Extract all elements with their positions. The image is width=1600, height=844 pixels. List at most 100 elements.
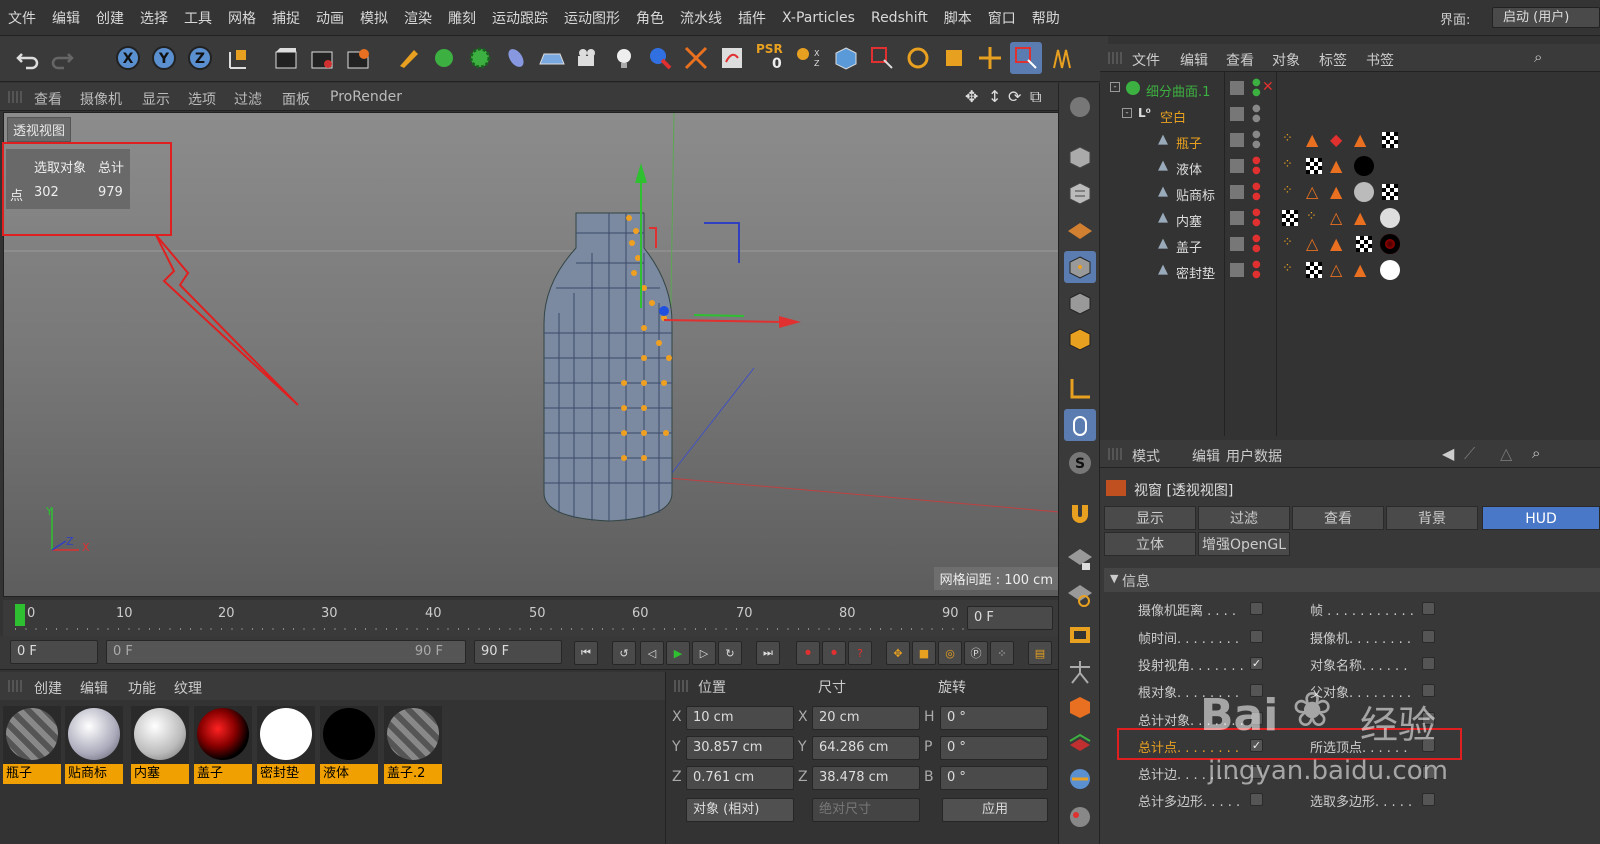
point-level-key-icon[interactable]: ⁘ xyxy=(990,641,1014,665)
model-mode-icon[interactable] xyxy=(1064,141,1096,173)
move-icon[interactable] xyxy=(974,42,1006,74)
workplane-rotate-icon[interactable] xyxy=(1064,579,1096,611)
parameter-key-icon[interactable]: Ⓟ xyxy=(964,641,988,665)
tab-display[interactable]: 显示 xyxy=(1104,506,1196,530)
previous-key-icon[interactable]: ↺ xyxy=(612,641,636,665)
cube-object-icon[interactable] xyxy=(428,42,460,74)
object-row[interactable]: ▲ 盖子 ● ● ⁘ △ ▲ xyxy=(1100,232,1600,258)
menu-item[interactable]: 窗口 xyxy=(980,8,1024,28)
vp-menu-view[interactable]: 查看 xyxy=(34,89,62,109)
timeline-window-icon[interactable]: ▤ xyxy=(1028,641,1052,665)
auto-keying-icon[interactable]: ⏺ xyxy=(822,641,846,665)
menu-item[interactable]: 渲染 xyxy=(396,8,440,28)
render-picture-viewer-icon[interactable] xyxy=(306,42,338,74)
disabled-x-icon[interactable]: ✕ xyxy=(1262,79,1274,95)
layer-icon[interactable] xyxy=(1230,237,1244,251)
size-mode-select[interactable]: 绝对尺寸 xyxy=(812,798,920,822)
search-icon[interactable]: ⌕ xyxy=(1534,48,1542,66)
visibility-dots-icon[interactable]: ● ● xyxy=(1252,130,1261,150)
symmetry-icon[interactable] xyxy=(1046,42,1078,74)
tab-filter[interactable]: 过滤 xyxy=(1198,506,1290,530)
material-tag-icon[interactable]: △ xyxy=(1330,208,1342,227)
scene-object-icon[interactable] xyxy=(644,42,676,74)
snap-icon[interactable] xyxy=(680,42,712,74)
layer-icon[interactable] xyxy=(1230,263,1244,277)
position-key-icon[interactable]: ✥ xyxy=(886,641,910,665)
menu-item[interactable]: Redshift xyxy=(863,10,936,26)
drag-handle-icon[interactable] xyxy=(674,680,690,692)
phong-tag-icon[interactable]: ⁘ xyxy=(1282,261,1293,276)
object-row[interactable]: ▲ 内塞 ● ● ⁘ △ ▲ xyxy=(1100,206,1600,232)
menu-item[interactable]: 工具 xyxy=(176,8,220,28)
tab-stereo[interactable]: 立体 xyxy=(1104,532,1196,556)
render-settings-icon[interactable] xyxy=(342,42,374,74)
previous-frame-icon[interactable]: ◁ xyxy=(640,641,664,665)
menu-item[interactable]: 流水线 xyxy=(672,8,730,28)
material-swatch[interactable]: 盖子 xyxy=(194,706,252,784)
menu-item[interactable]: 插件 xyxy=(730,8,774,28)
hud-option-checkbox[interactable] xyxy=(1250,602,1263,615)
size-x-field[interactable]: 20 cm xyxy=(812,706,920,730)
scale-icon[interactable] xyxy=(938,42,970,74)
vp-menu-options[interactable]: 选项 xyxy=(188,89,216,109)
material-tag-icon[interactable]: ▲ xyxy=(1354,260,1366,279)
material-swatch[interactable]: 内塞 xyxy=(131,706,189,784)
light-icon[interactable] xyxy=(608,42,640,74)
bevel-icon[interactable] xyxy=(1064,691,1096,723)
texture-tag-icon[interactable] xyxy=(1282,210,1298,226)
object-row[interactable]: ▲ 密封垫 ● ● ⁘ △ ▲ xyxy=(1100,258,1600,284)
om-menu-view[interactable]: 查看 xyxy=(1226,50,1254,70)
rotation-key-icon[interactable]: ◎ xyxy=(938,641,962,665)
material-tag-icon[interactable] xyxy=(1380,208,1400,228)
layer-icon[interactable] xyxy=(1230,211,1244,225)
generator-icon[interactable] xyxy=(464,42,496,74)
character-icon[interactable] xyxy=(1064,655,1096,687)
snapping-icon[interactable] xyxy=(1064,495,1096,527)
object-row[interactable]: - 细分曲面.1 ● ● ✕ xyxy=(1100,76,1600,102)
sculpt-icon[interactable] xyxy=(1064,763,1096,795)
material-tag-icon[interactable]: ▲ xyxy=(1354,130,1366,149)
visibility-dots-icon[interactable]: ● ● xyxy=(1252,78,1261,98)
material-tag-icon[interactable]: ◆ xyxy=(1330,130,1342,149)
tweak-mode-icon[interactable] xyxy=(1064,409,1096,441)
size-z-field[interactable]: 38.478 cm xyxy=(812,766,920,790)
om-menu-edit[interactable]: 编辑 xyxy=(1180,50,1208,70)
undo-icon[interactable] xyxy=(12,42,44,74)
phong-tag-icon[interactable]: ⁘ xyxy=(1282,235,1293,250)
tab-enhanced-opengl[interactable]: 增强OpenGL xyxy=(1198,532,1290,556)
material-tag-icon[interactable] xyxy=(1354,156,1374,176)
drag-handle-icon[interactable] xyxy=(8,680,24,692)
material-swatch[interactable]: 密封垫 xyxy=(257,706,315,784)
texture-tag-icon[interactable] xyxy=(1306,158,1322,174)
extrude-icon[interactable] xyxy=(1064,727,1096,759)
viewport-nav-rotate-icon[interactable]: ⟳ xyxy=(1008,87,1021,106)
mat-menu-create[interactable]: 创建 xyxy=(34,678,62,698)
texture-tag-icon[interactable] xyxy=(1356,236,1372,252)
menu-item[interactable]: X-Particles xyxy=(774,10,863,26)
object-row[interactable]: ▲ 液体 ● ● ⁘ ▲ xyxy=(1100,154,1600,180)
environment-icon[interactable] xyxy=(536,42,568,74)
attr-menu-edit[interactable]: 编辑 xyxy=(1192,446,1220,466)
menu-item[interactable]: 运动跟踪 xyxy=(484,8,556,28)
layout-select[interactable]: 启动 (用户) xyxy=(1492,7,1600,28)
material-tag-icon[interactable]: ▲ xyxy=(1330,182,1342,201)
texture-mode-icon[interactable] xyxy=(1064,177,1096,209)
current-frame-field[interactable]: 0 F xyxy=(967,606,1053,630)
material-tag-icon[interactable]: ▲ xyxy=(1354,208,1366,227)
menu-item[interactable]: 模拟 xyxy=(352,8,396,28)
y-axis-lock-icon[interactable]: Y xyxy=(148,42,180,74)
layer-icon[interactable] xyxy=(1230,81,1244,95)
axis-mode-icon[interactable] xyxy=(1064,373,1096,405)
om-menu-file[interactable]: 文件 xyxy=(1132,50,1160,70)
perspective-view-icon[interactable] xyxy=(830,42,862,74)
layer-icon[interactable] xyxy=(1230,159,1244,173)
menu-item[interactable]: 捕捉 xyxy=(264,8,308,28)
frame-range-slider[interactable]: 0 F 90 F xyxy=(106,640,466,664)
scale-key-icon[interactable]: ■ xyxy=(912,641,936,665)
drag-handle-icon[interactable] xyxy=(1108,52,1124,64)
texture-tag-icon[interactable] xyxy=(1382,184,1398,200)
material-tag-icon[interactable]: ▲ xyxy=(1330,234,1342,253)
visibility-dots-icon[interactable]: ● ● xyxy=(1252,104,1261,124)
playhead-marker[interactable] xyxy=(15,604,25,626)
vp-menu-filter[interactable]: 过滤 xyxy=(234,89,262,109)
